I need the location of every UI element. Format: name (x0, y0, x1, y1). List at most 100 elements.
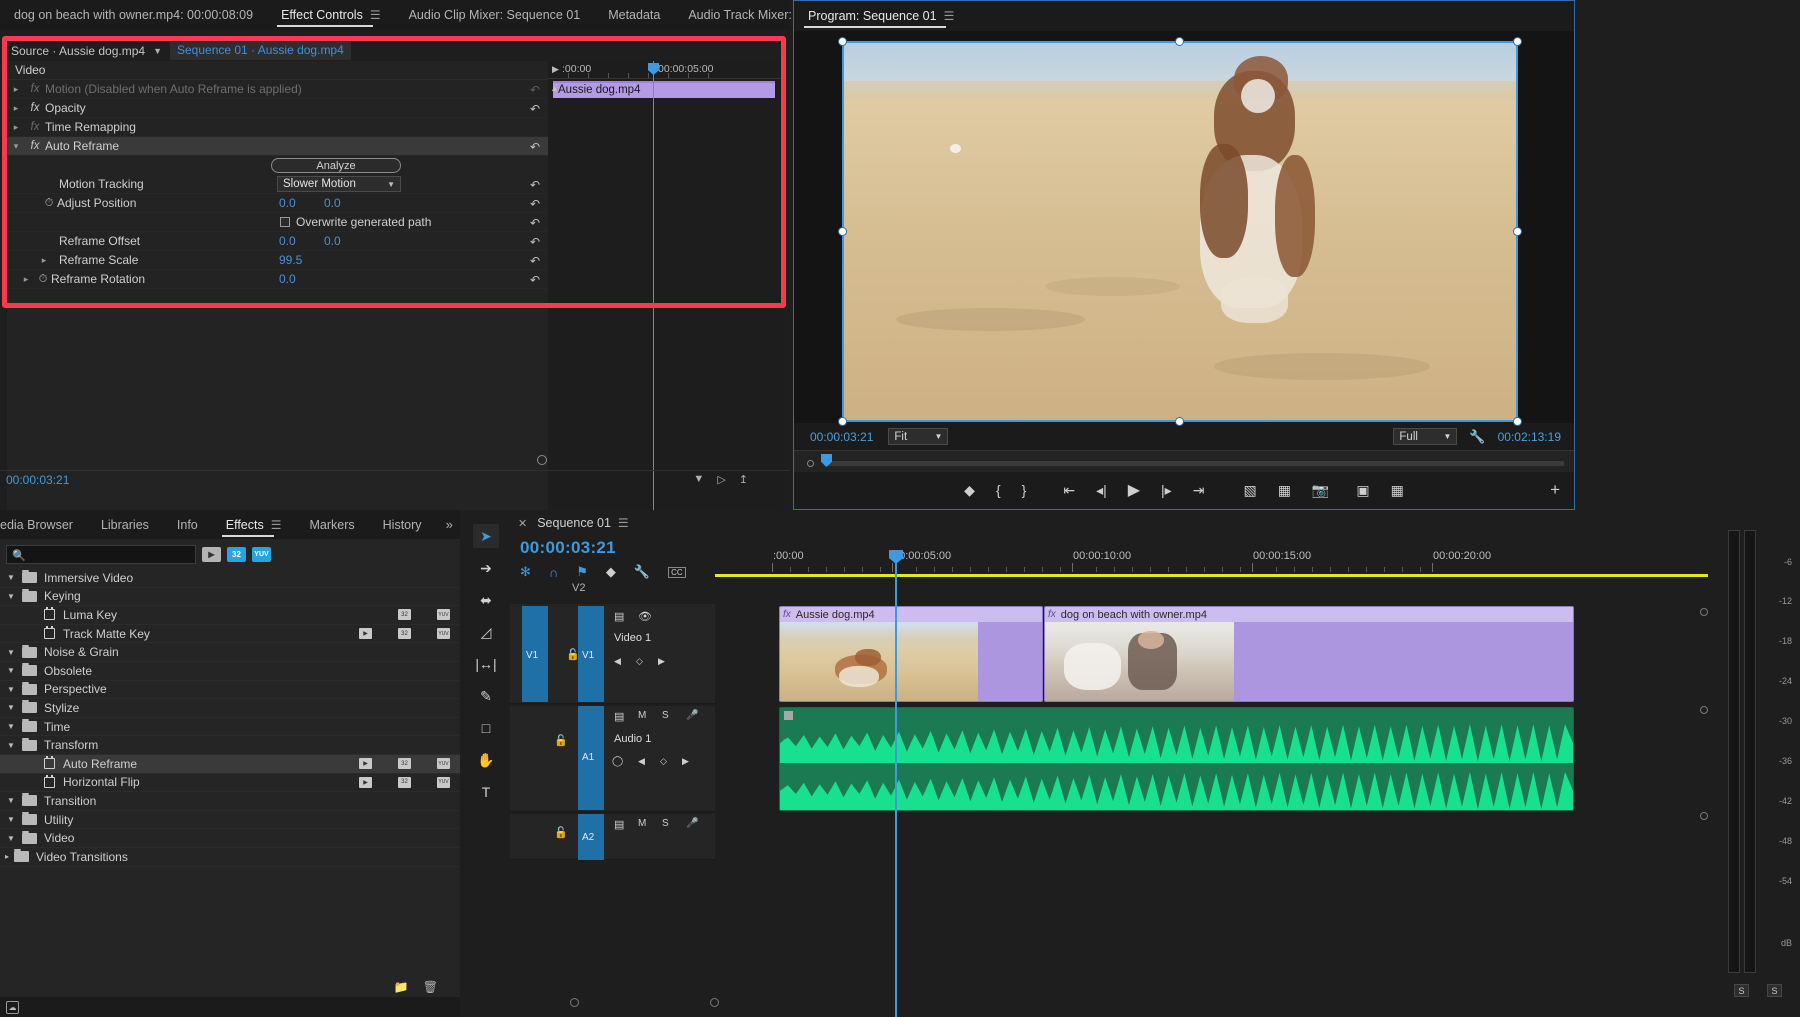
scrub-zoom-handle[interactable] (807, 460, 814, 467)
program-timecode[interactable]: 00:00:03:21 (794, 430, 873, 444)
tree-item-luma-key[interactable]: Luma Key 32YUV (0, 606, 460, 625)
mark-out-icon[interactable]: } (1022, 482, 1027, 498)
type-tool[interactable]: T (473, 780, 499, 804)
tab-program-sequence-01[interactable]: Program: Sequence 01 ☰ (794, 1, 968, 31)
row-reframe-offset[interactable]: Reframe Offset 0.0 0.0 (7, 232, 548, 251)
row-reframe-scale[interactable]: ▸ Reframe Scale 99.5 (7, 251, 548, 270)
tree-item-video[interactable]: ▼ Video (0, 829, 460, 848)
close-icon[interactable]: ✕ (518, 517, 527, 530)
lock-icon[interactable]: 🔓 (554, 826, 568, 839)
sequence-label[interactable]: Sequence 01 · Aussie dog.mp4 (170, 41, 351, 60)
mute-button[interactable]: M (638, 818, 646, 829)
solo-button[interactable]: S (662, 710, 669, 721)
tree-item-track-matte-key[interactable]: Track Matte Key ▶32YUV (0, 625, 460, 644)
track-height-handle-a2[interactable] (1700, 812, 1708, 820)
hand-tool[interactable]: ✋ (473, 748, 499, 772)
timeline-ruler[interactable]: :00:00 00:00:05:00 00:00:10:00 00:00:15:… (715, 550, 1716, 576)
accelerated-effects-icon[interactable]: ▶ (202, 547, 221, 562)
step-forward-icon[interactable]: |▸ (1161, 482, 1172, 499)
pen-tool[interactable]: ✎ (473, 684, 499, 708)
track-height-handle-a1[interactable] (1700, 706, 1708, 714)
track-output-icon[interactable]: ▤ (614, 818, 624, 831)
clip-aussie-dog[interactable]: fx Aussie dog.mp4 (779, 606, 1043, 702)
razor-tool[interactable]: ◿ (473, 620, 499, 644)
motion-tracking-select[interactable]: Slower Motion ▼ (277, 176, 401, 192)
mini-timeline-ruler[interactable]: ▶ :00:00 00:00:05:00 (548, 61, 783, 79)
solo-button-right[interactable]: S (1767, 984, 1782, 997)
zoom-scrub-handle[interactable] (537, 455, 547, 465)
solo-button[interactable]: S (662, 818, 669, 829)
export-icon[interactable]: ↥ (739, 473, 748, 486)
a1-target-strip[interactable]: A1 (578, 706, 604, 810)
lift-icon[interactable]: ▧ (1243, 482, 1256, 499)
reset-reframe-scale-icon[interactable]: ↶ (530, 254, 540, 268)
tree-item-horizontal-flip[interactable]: Horizontal Flip ▶32YUV (0, 774, 460, 793)
chevrons-right-icon[interactable]: » (436, 517, 463, 532)
disclosure-arrow-icon[interactable]: ▾ (7, 141, 25, 152)
chevron-down-icon[interactable]: ▼ (153, 46, 162, 56)
tab-effects[interactable]: Effects ☰ (212, 510, 296, 540)
tab-markers[interactable]: Markers (296, 510, 369, 540)
track-output-icon[interactable]: ▤ (614, 610, 624, 623)
disclosure-arrow-icon[interactable]: ▸ (17, 274, 35, 285)
timeline-playhead[interactable] (895, 550, 897, 1017)
tab-audio-clip-mixer[interactable]: Audio Clip Mixer: Sequence 01 (395, 0, 595, 30)
a2-target-strip[interactable]: A2 (578, 814, 604, 860)
clip-audio-1[interactable]: L R (779, 707, 1574, 811)
reframe-rotation-value[interactable]: 0.0 (279, 272, 296, 286)
property-auto-reframe[interactable]: ▾ fx Auto Reframe (7, 137, 548, 156)
audio-meters[interactable]: -6 -12 -18 -24 -30 -36 -42 -48 -54 dB (1722, 530, 1794, 973)
voice-record-icon[interactable]: 🎤 (686, 710, 698, 721)
tree-item-transition[interactable]: ▼ Transition (0, 792, 460, 811)
yuv-effects-icon[interactable]: YUV (252, 547, 271, 562)
chevron-down-icon[interactable]: ▼ (0, 741, 22, 750)
track-height-handle-v1[interactable] (1700, 608, 1708, 616)
effects-tree[interactable]: ▼ Immersive Video ▼ Keying Luma Key 32YU… (0, 569, 460, 977)
effect-controls-timecode[interactable]: 00:00:03:21 (0, 473, 69, 487)
nest-icon[interactable]: ✻ (520, 564, 531, 580)
tree-item-keying[interactable]: ▼ Keying (0, 588, 460, 607)
reset-reframe-rotation-icon[interactable]: ↶ (530, 273, 540, 287)
chevron-down-icon[interactable]: ▼ (0, 834, 22, 843)
tab-info[interactable]: Info (163, 510, 212, 540)
collapse-icon[interactable]: ▲ (550, 83, 559, 93)
delete-icon[interactable]: 🗑 (423, 980, 438, 994)
playback-resolution-select[interactable]: Full ▼ (1393, 428, 1457, 445)
reset-adjust-position-icon[interactable]: ↶ (530, 197, 540, 211)
chevron-down-icon[interactable]: ▼ (0, 722, 22, 731)
eye-icon[interactable]: 👁 (638, 610, 652, 623)
track-name-video-1[interactable]: Video 1 (614, 632, 651, 644)
chevron-down-icon[interactable]: ▼ (0, 648, 22, 657)
row-motion-tracking[interactable]: Motion Tracking Slower Motion ▼ (7, 175, 548, 194)
track-header-a1[interactable]: 🔓 A1 ▤ M S 🎤 Audio 1 ◯ ◀ ◇ ▶ (510, 706, 715, 812)
tree-item-auto-reframe[interactable]: Auto Reframe ▶32YUV (0, 755, 460, 774)
row-adjust-position[interactable]: ⏱ Adjust Position 0.0 0.0 (7, 194, 548, 213)
row-reframe-rotation[interactable]: ▸ ⏱ Reframe Rotation 0.0 (7, 270, 548, 289)
resize-handle-mr[interactable] (1513, 227, 1522, 236)
tree-item-immersive-video[interactable]: ▼ Immersive Video (0, 569, 460, 588)
hscroll-left-handle[interactable] (570, 998, 579, 1007)
tab-history[interactable]: History (369, 510, 436, 540)
chevron-down-icon[interactable]: ▼ (0, 685, 22, 694)
tree-item-noise-grain[interactable]: ▼ Noise & Grain (0, 643, 460, 662)
disclosure-arrow-icon[interactable]: ▸ (35, 255, 53, 266)
reframe-scale-value[interactable]: 99.5 (279, 253, 302, 267)
play-icon[interactable]: ▶ (552, 64, 559, 75)
timeline-timecode[interactable]: 00:00:03:21 (520, 538, 616, 558)
creative-cloud-icon[interactable]: ☁ (6, 1001, 19, 1014)
32bit-color-icon[interactable]: 32 (227, 547, 246, 562)
voice-record-icon[interactable]: 🎤 (686, 818, 698, 829)
chevron-down-icon[interactable]: ▼ (0, 666, 22, 675)
track-header-a2[interactable]: 🔓 A2 ▤ M S 🎤 (510, 814, 715, 860)
chevron-down-icon[interactable]: ▼ (0, 592, 22, 601)
program-monitor-stage[interactable] (794, 31, 1574, 423)
hamburger-icon[interactable]: ☰ (944, 9, 955, 23)
stopwatch-icon[interactable]: ⏱ (35, 273, 51, 286)
zoom-level-select[interactable]: Fit ▼ (888, 428, 948, 445)
track-header-v1[interactable]: V1 🔓 V1 ▤ 👁 Video 1 ◀ ◇ ▶ (510, 604, 715, 704)
hamburger-icon[interactable]: ☰ (271, 518, 282, 532)
playhead[interactable] (653, 61, 654, 510)
snap-icon[interactable]: ∩ (549, 565, 558, 580)
program-monitor-video[interactable] (842, 41, 1518, 422)
extract-icon[interactable]: ▦ (1278, 482, 1291, 499)
